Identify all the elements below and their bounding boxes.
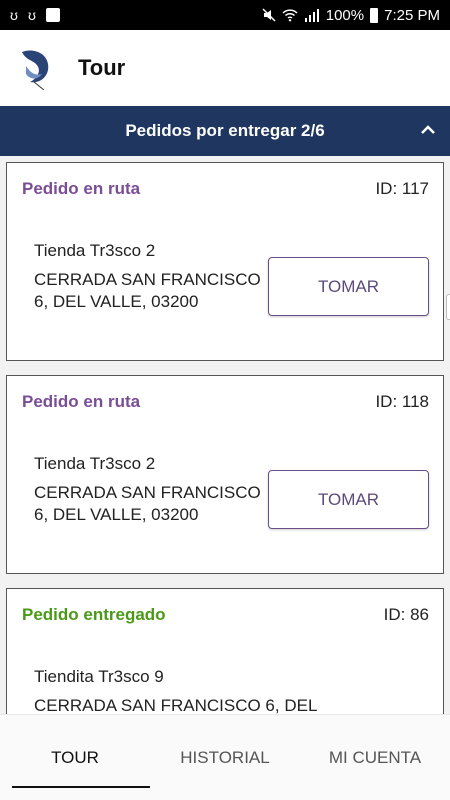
order-id: ID: 86	[383, 605, 429, 624]
status-bar: ʊ ʊ f 100% 7:25 PM	[0, 0, 450, 30]
tab-tour[interactable]: TOUR	[0, 715, 150, 800]
facebook-icon: f	[45, 8, 60, 22]
order-status: Pedido entregado	[22, 605, 166, 624]
notification-icon: ʊ	[27, 7, 36, 23]
take-order-button[interactable]: TOMAR	[268, 470, 429, 529]
battery-percent: 100%	[325, 6, 365, 24]
order-address: CERRADA SAN FRANCISCO 6, DEL VALLE, 0320…	[34, 270, 261, 311]
mute-icon	[262, 8, 276, 22]
order-status: Pedido en ruta	[22, 179, 141, 198]
tab-historial[interactable]: HISTORIAL	[150, 715, 300, 800]
page-title: Tour	[78, 55, 126, 80]
app-header: Tour	[0, 30, 450, 106]
store-name: Tienda Tr3sco 2	[34, 454, 156, 473]
order-id: ID: 117	[375, 179, 429, 198]
bottom-tab-bar: TOUR HISTORIAL MI CUENTA	[0, 714, 450, 800]
order-card: Pedido en ruta ID: 118 Tienda Tr3sco 2 C…	[6, 375, 444, 574]
pending-orders-header[interactable]: Pedidos por entregar 2/6	[0, 106, 450, 156]
tab-mi-cuenta[interactable]: MI CUENTA	[300, 715, 450, 800]
notification-icon: ʊ	[10, 7, 18, 23]
chevron-up-icon[interactable]	[418, 120, 438, 140]
section-title: Pedidos por entregar 2/6	[125, 121, 325, 140]
status-bar-left: ʊ ʊ f	[10, 7, 60, 23]
order-status: Pedido en ruta	[22, 392, 141, 411]
signal-icon	[304, 9, 319, 22]
order-card: Pedido en ruta ID: 117 Tienda Tr3sco 2 C…	[6, 162, 444, 361]
battery-icon	[370, 7, 379, 23]
scroll-handle[interactable]	[446, 294, 450, 320]
orders-list[interactable]: Pedido en ruta ID: 117 Tienda Tr3sco 2 C…	[0, 156, 450, 714]
take-order-button[interactable]: TOMAR	[268, 257, 429, 316]
order-address: CERRADA SAN FRANCISCO 6, DEL VALLE, 0320…	[34, 483, 261, 524]
app-logo-icon	[22, 50, 49, 90]
store-name: Tiendita Tr3sco 9	[34, 667, 164, 686]
status-bar-right: 100% 7:25 PM	[262, 7, 440, 24]
store-name: Tienda Tr3sco 2	[34, 241, 156, 260]
status-time: 7:25 PM	[384, 6, 440, 24]
order-card: Pedido entregado ID: 86 Tiendita Tr3sco …	[6, 588, 444, 714]
wifi-icon	[282, 9, 298, 22]
order-address: CERRADA SAN FRANCISCO 6, DEL	[34, 696, 318, 714]
order-id: ID: 118	[375, 392, 429, 411]
